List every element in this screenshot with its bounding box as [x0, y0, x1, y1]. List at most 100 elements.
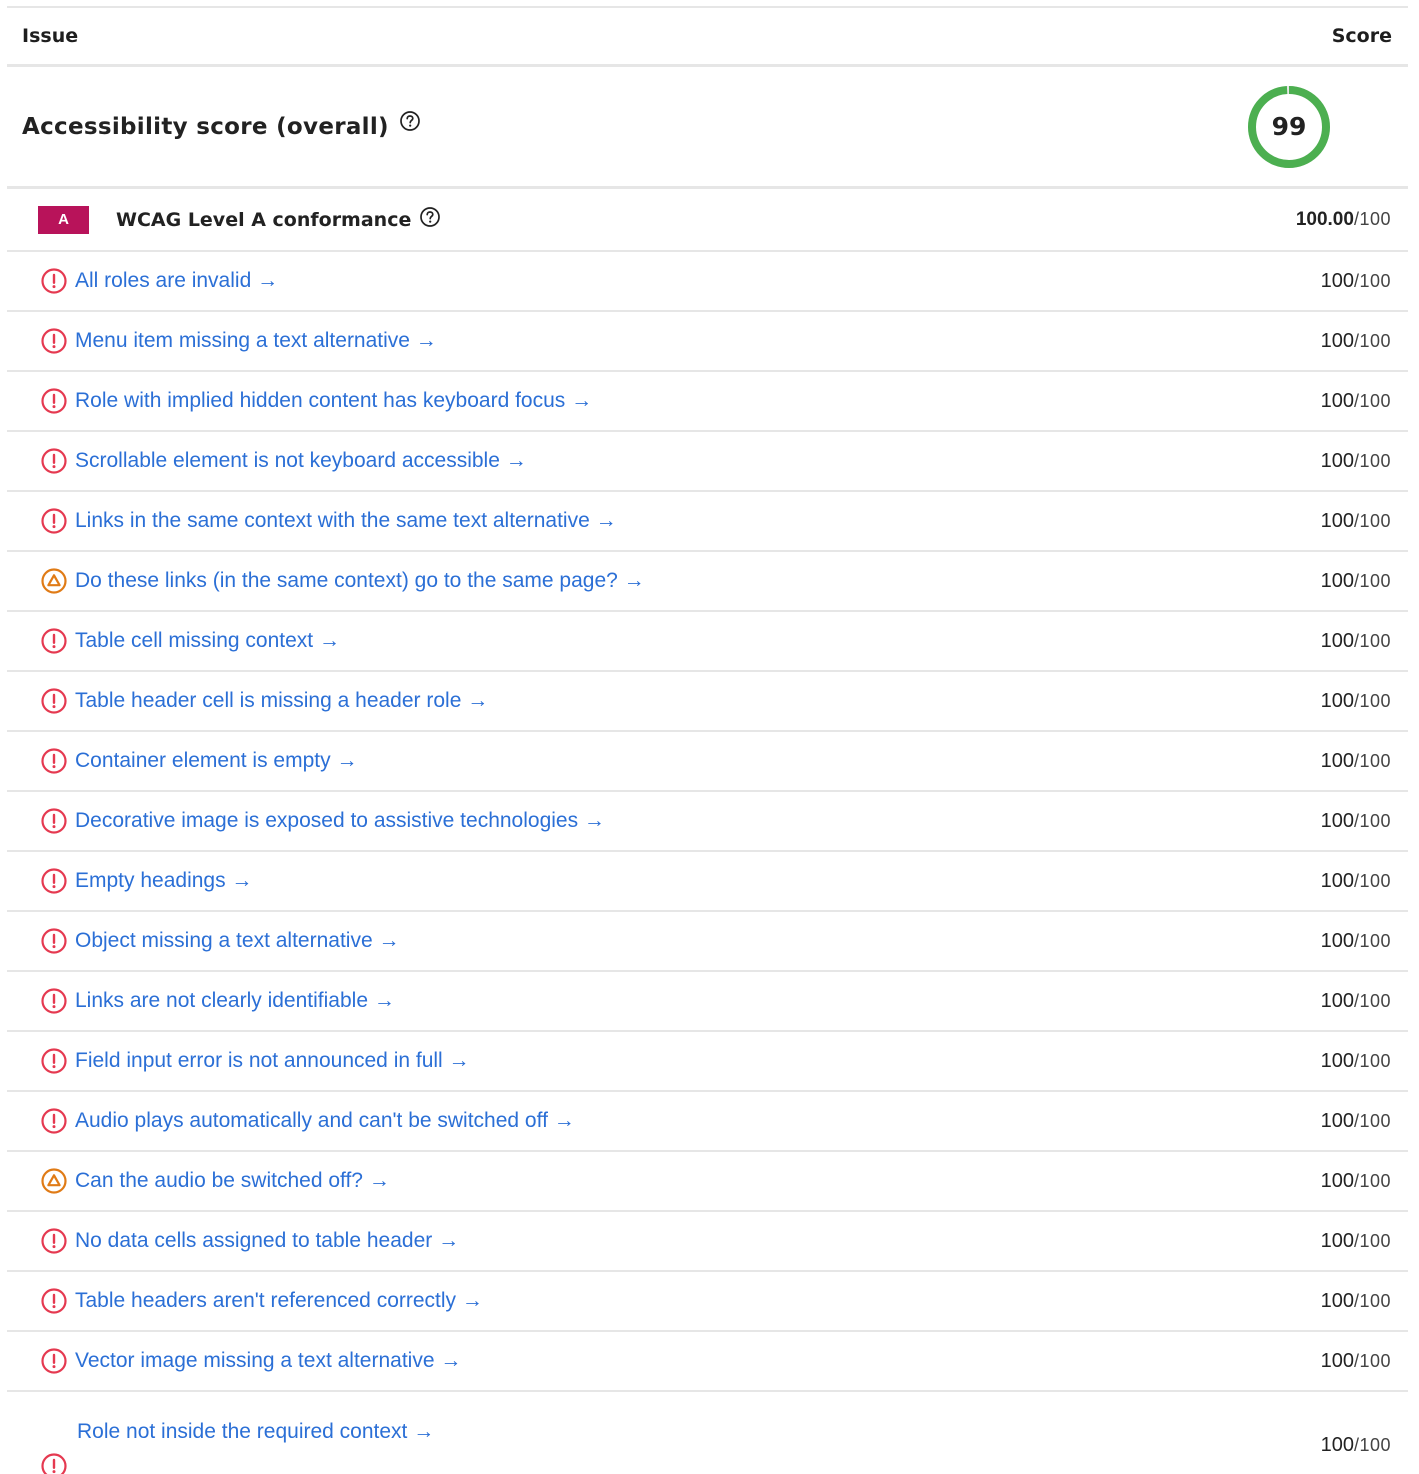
issue-row: Audio plays automatically and can't be s…	[7, 1092, 1408, 1152]
issue-score: 100/100	[1321, 630, 1391, 653]
issue-row-left: Field input error is not announced in fu…	[40, 1047, 470, 1075]
issue-row-left: Table cell missing context →	[40, 627, 340, 655]
issue-row: Decorative image is exposed to assistive…	[7, 792, 1408, 852]
issue-link[interactable]: Decorative image is exposed to assistive…	[75, 809, 605, 833]
issue-column-header: Issue	[22, 25, 79, 47]
issue-row-left: Object missing a text alternative →	[40, 927, 399, 955]
issue-row: Do these links (in the same context) go …	[7, 552, 1408, 612]
error-icon	[40, 507, 68, 535]
issue-score: 100/100	[1321, 1434, 1391, 1457]
issue-row-left: Role with implied hidden content has key…	[40, 387, 592, 415]
error-icon	[40, 807, 68, 835]
issue-row: Table header cell is missing a header ro…	[7, 672, 1408, 732]
error-icon	[40, 867, 68, 895]
issue-score-value: 100	[1320, 1169, 1354, 1192]
issue-score: 100/100	[1321, 930, 1391, 953]
issue-link[interactable]: All roles are invalid →	[75, 269, 278, 293]
issue-link[interactable]: Scrollable element is not keyboard acces…	[75, 449, 527, 473]
issue-link[interactable]: Table cell missing context →	[75, 629, 340, 653]
issue-row-left: No data cells assigned to table header →	[40, 1227, 459, 1255]
issue-score-max: /100	[1353, 990, 1391, 1011]
issue-score-max: /100	[1353, 330, 1391, 351]
issue-link[interactable]: Menu item missing a text alternative →	[75, 329, 437, 353]
issue-link[interactable]: Can the audio be switched off? →	[75, 1169, 390, 1193]
issue-row-left: Can the audio be switched off? →	[40, 1167, 390, 1195]
issue-score-value: 100	[1320, 1289, 1354, 1312]
issue-link[interactable]: Links in the same context with the same …	[75, 509, 617, 533]
issue-score: 100/100	[1321, 1050, 1391, 1073]
issue-score: 100/100	[1321, 1110, 1391, 1133]
issue-row-left: Vector image missing a text alternative …	[40, 1347, 461, 1375]
issue-link[interactable]: Links are not clearly identifiable →	[75, 989, 395, 1013]
issue-score-value: 100	[1320, 1349, 1354, 1372]
issue-score-value: 100	[1320, 749, 1354, 772]
error-icon	[40, 447, 68, 475]
issue-score-max: /100	[1353, 1170, 1391, 1191]
issue-score-value: 100	[1320, 929, 1354, 952]
error-icon	[40, 687, 68, 715]
issue-link[interactable]: Container element is empty →	[75, 749, 357, 773]
issue-link[interactable]: Do these links (in the same context) go …	[75, 569, 645, 593]
issue-row: Empty headings → 100/100	[7, 852, 1408, 912]
overall-score-row: Accessibility score (overall) 99	[7, 67, 1408, 189]
issue-list: All roles are invalid → 100/100 Menu ite…	[7, 252, 1408, 1474]
issue-row: Container element is empty → 100/100	[7, 732, 1408, 792]
overall-title-group: Accessibility score (overall)	[22, 110, 421, 140]
level-score: 100.00/100	[1296, 209, 1391, 231]
issue-score-value: 100	[1320, 1434, 1354, 1456]
wcag-level-row: A WCAG Level A conformance 100.00/100	[7, 189, 1408, 252]
issue-row-left: Table headers aren't referenced correctl…	[40, 1287, 483, 1315]
error-icon	[40, 1107, 68, 1135]
issue-score-value: 100	[1320, 329, 1354, 352]
issue-row: No data cells assigned to table header →…	[7, 1212, 1408, 1272]
issue-link[interactable]: Role not inside the required context →	[77, 1420, 434, 1444]
issue-score: 100/100	[1321, 270, 1391, 293]
issue-score-max: /100	[1353, 390, 1391, 411]
issue-score-value: 100	[1320, 629, 1354, 652]
issue-link[interactable]: Vector image missing a text alternative …	[75, 1349, 461, 1373]
score-column-header: Score	[1331, 25, 1392, 47]
issue-row: Object missing a text alternative → 100/…	[7, 912, 1408, 972]
level-a-badge: A	[38, 205, 89, 234]
issue-score-value: 100	[1320, 569, 1354, 592]
issue-row: Menu item missing a text alternative → 1…	[7, 312, 1408, 372]
issue-row-left: Table header cell is missing a header ro…	[40, 687, 488, 715]
issue-score-value: 100	[1320, 869, 1354, 892]
issue-score-max: /100	[1353, 630, 1391, 651]
help-icon[interactable]	[399, 110, 421, 138]
issue-score: 100/100	[1321, 990, 1391, 1013]
issue-link[interactable]: Audio plays automatically and can't be s…	[75, 1109, 575, 1133]
issue-score-max: /100	[1353, 510, 1391, 531]
overall-score-value: 99	[1271, 112, 1307, 141]
issue-score-max: /100	[1353, 750, 1391, 771]
issue-score-value: 100	[1320, 509, 1354, 532]
error-icon	[40, 747, 68, 775]
issue-row-left: Audio plays automatically and can't be s…	[40, 1107, 575, 1135]
issue-row: Field input error is not announced in fu…	[7, 1032, 1408, 1092]
issue-score-value: 100	[1320, 1049, 1354, 1072]
issue-row: Links are not clearly identifiable → 100…	[7, 972, 1408, 1032]
issue-row-left: Scrollable element is not keyboard acces…	[40, 447, 527, 475]
issue-row-left: Links are not clearly identifiable →	[40, 987, 395, 1015]
issue-score-value: 100	[1320, 449, 1354, 472]
issue-score: 100/100	[1321, 870, 1391, 893]
issue-link[interactable]: Table headers aren't referenced correctl…	[75, 1289, 483, 1313]
issue-row-left: Do these links (in the same context) go …	[40, 567, 645, 595]
issue-row-left: Links in the same context with the same …	[40, 507, 617, 535]
error-icon	[40, 1287, 68, 1315]
issue-link[interactable]: Object missing a text alternative →	[75, 929, 399, 953]
issue-score: 100/100	[1321, 1350, 1391, 1373]
issue-score-max: /100	[1353, 1350, 1391, 1371]
issue-link[interactable]: Table header cell is missing a header ro…	[75, 689, 488, 713]
issue-score-value: 100	[1320, 1229, 1354, 1252]
issue-link[interactable]: Role with implied hidden content has key…	[75, 389, 592, 413]
issue-score: 100/100	[1321, 330, 1391, 353]
issue-link[interactable]: Empty headings →	[75, 869, 252, 893]
help-icon[interactable]	[419, 206, 441, 233]
issue-row: Can the audio be switched off? → 100/100	[7, 1152, 1408, 1212]
issue-link[interactable]: No data cells assigned to table header →	[75, 1229, 459, 1253]
issue-row: All roles are invalid → 100/100	[7, 252, 1408, 312]
issue-link[interactable]: Field input error is not announced in fu…	[75, 1049, 470, 1073]
issue-row: Links in the same context with the same …	[7, 492, 1408, 552]
overall-score-gauge: 99	[1246, 84, 1332, 170]
